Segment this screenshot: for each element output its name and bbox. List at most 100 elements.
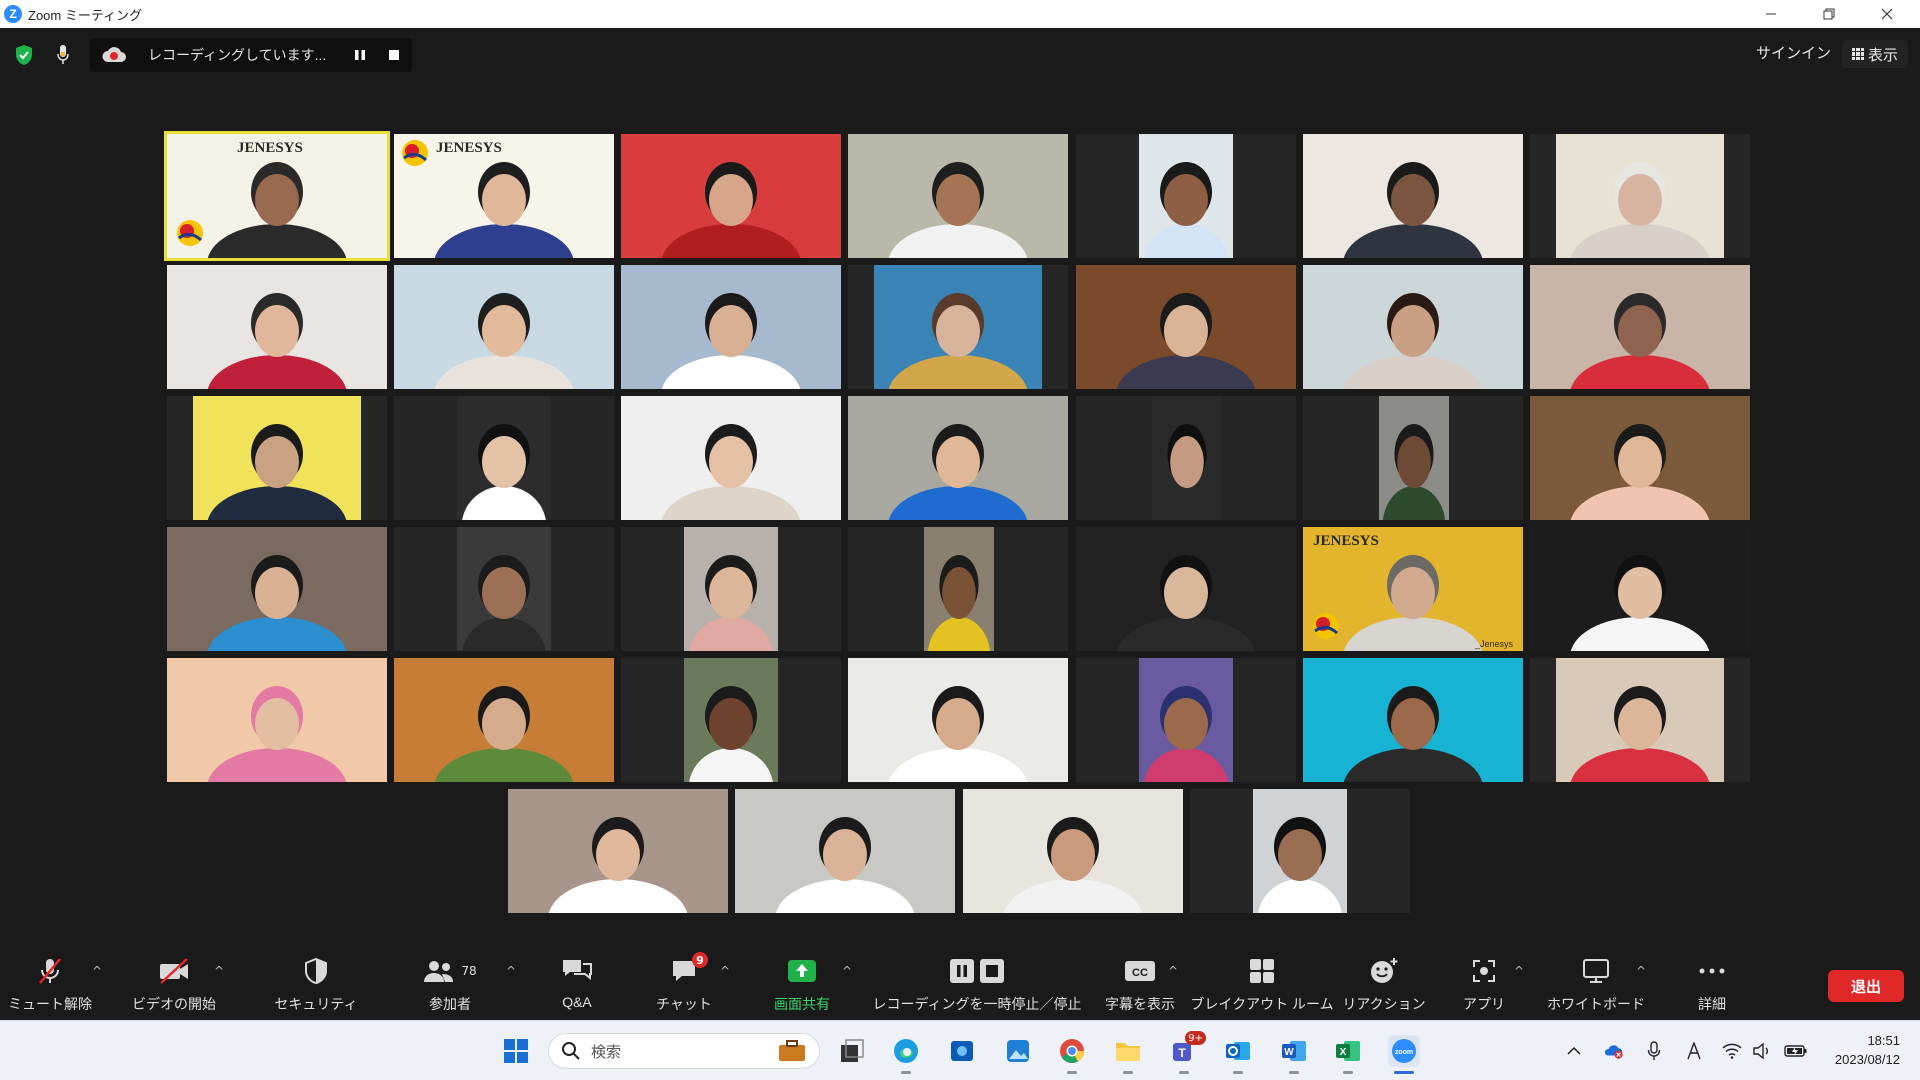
participant-video-tile[interactable] [848, 396, 1068, 520]
taskbar-search[interactable]: 検索 [548, 1033, 820, 1069]
participant-video-tile[interactable] [1530, 396, 1750, 520]
word-button[interactable]: W [1278, 1035, 1310, 1074]
svg-text:W: W [1284, 1047, 1294, 1058]
share-screen-button[interactable]: 画面共有 [766, 956, 838, 1016]
share-options-caret[interactable]: ^ [842, 964, 852, 978]
participant-video-tile[interactable] [1076, 658, 1296, 782]
participant-video-tile[interactable] [167, 658, 387, 782]
volume-tray[interactable] [1752, 1041, 1772, 1061]
close-button[interactable] [1858, 0, 1916, 28]
onedrive-error-icon [1604, 1045, 1623, 1059]
minimize-button[interactable] [1742, 0, 1800, 28]
chrome-button[interactable] [1056, 1035, 1088, 1074]
participant-video-tile[interactable] [848, 265, 1068, 389]
encryption-shield-icon[interactable] [14, 44, 34, 66]
participant-video-tile[interactable] [848, 134, 1068, 258]
apps-button[interactable]: アプリ [1463, 956, 1505, 1016]
chat-options-caret[interactable]: ^ [720, 964, 730, 978]
participant-video-tile[interactable] [1530, 658, 1750, 782]
battery-charging-icon [1784, 1045, 1807, 1057]
photos-button[interactable] [1002, 1035, 1034, 1067]
taskbar-clock[interactable]: 18:51 2023/08/12 [1820, 1031, 1900, 1069]
stop-recording-button[interactable] [386, 47, 402, 63]
participant-video-tile[interactable] [167, 396, 387, 520]
participant-video-tile[interactable] [167, 265, 387, 389]
zoom-taskbar-button[interactable]: zoom [1388, 1035, 1420, 1074]
qa-button[interactable]: Q&A [552, 956, 602, 1016]
chat-button[interactable]: 9 チャット [656, 952, 712, 1016]
apps-options-caret[interactable]: ^ [1514, 964, 1524, 978]
participant-video-tile[interactable] [1303, 265, 1523, 389]
participant-video-tile[interactable] [1076, 134, 1296, 258]
participant-video-tile[interactable] [621, 527, 841, 651]
participant-video-tile[interactable] [1076, 265, 1296, 389]
participant-video-tile[interactable] [848, 658, 1068, 782]
tray-overflow-button[interactable] [1564, 1041, 1584, 1061]
participant-video-tile[interactable] [621, 658, 841, 782]
participant-video-tile[interactable] [167, 527, 387, 651]
participant-video-tile[interactable] [1076, 527, 1296, 651]
recording-control-button[interactable]: レコーディングを一時停止／停止 [872, 956, 1082, 1016]
participant-video [684, 527, 778, 651]
restore-button[interactable] [1800, 0, 1858, 28]
participant-video [1152, 396, 1222, 520]
zoom-logo-icon: Z [4, 5, 22, 23]
outlook-button[interactable] [1222, 1035, 1254, 1074]
participant-video-tile[interactable] [735, 789, 955, 913]
mic-tray[interactable] [1644, 1041, 1664, 1061]
participant-video-tile[interactable] [394, 265, 614, 389]
file-explorer-button[interactable] [1112, 1035, 1144, 1074]
participant-video-tile[interactable] [1303, 396, 1523, 520]
participant-video-tile[interactable] [1530, 527, 1750, 651]
participant-video-tile[interactable] [508, 789, 728, 913]
edge-button[interactable] [890, 1035, 922, 1074]
participant-video-tile[interactable] [848, 527, 1068, 651]
participant-video-tile[interactable] [621, 265, 841, 389]
unmute-button[interactable]: ミュート解除 [8, 956, 92, 1016]
teams-button[interactable]: T 9+ [1168, 1031, 1206, 1074]
participant-video-tile[interactable] [1303, 658, 1523, 782]
snipping-tool-button[interactable] [946, 1035, 978, 1067]
wifi-tray[interactable] [1722, 1041, 1742, 1061]
taskview-button[interactable] [836, 1035, 868, 1067]
start-button[interactable] [500, 1035, 532, 1067]
audio-options-caret[interactable]: ^ [92, 964, 102, 978]
participant-video-tile[interactable]: JENESYS _Jenesys [1303, 527, 1523, 651]
participants-options-caret[interactable]: ^ [506, 964, 516, 978]
participant-video-tile[interactable] [1303, 134, 1523, 258]
pause-recording-button[interactable] [352, 47, 368, 63]
captions-options-caret[interactable]: ^ [1168, 964, 1178, 978]
participant-video-tile[interactable] [394, 527, 614, 651]
participant-video-tile[interactable] [1190, 789, 1410, 913]
audio-status-icon[interactable] [56, 44, 70, 66]
start-video-button[interactable]: ビデオの開始 [132, 956, 216, 1016]
reactions-button[interactable]: リアクション [1342, 956, 1426, 1016]
view-button[interactable]: 表示 [1842, 40, 1909, 68]
participants-button[interactable]: 78 参加者 [420, 956, 480, 1016]
onedrive-tray[interactable] [1604, 1041, 1624, 1061]
participant-video-tile[interactable] [621, 134, 841, 258]
participant-video-tile[interactable] [1076, 396, 1296, 520]
participant-video-tile[interactable]: JENESYS [164, 131, 390, 261]
participant-video-tile[interactable] [963, 789, 1183, 913]
breakout-rooms-button[interactable]: ブレイクアウト ルーム [1190, 956, 1334, 1016]
whiteboard-options-caret[interactable]: ^ [1636, 964, 1646, 978]
participant-video [1303, 134, 1523, 258]
participant-video-tile[interactable] [1530, 134, 1750, 258]
video-options-caret[interactable]: ^ [214, 964, 224, 978]
participant-video-tile[interactable] [394, 396, 614, 520]
clock-date: 2023/08/12 [1834, 1052, 1900, 1067]
participant-video-tile[interactable] [394, 658, 614, 782]
whiteboard-button[interactable]: ホワイトボード [1547, 956, 1645, 1016]
battery-tray[interactable] [1784, 1041, 1808, 1061]
more-button[interactable]: 詳細 [1694, 956, 1730, 1016]
participant-video-tile[interactable]: JENESYS [394, 134, 614, 258]
leave-button[interactable]: 退出 [1828, 970, 1904, 1002]
participant-video-tile[interactable] [1530, 265, 1750, 389]
security-button[interactable]: セキュリティ [274, 956, 358, 1016]
excel-button[interactable]: X [1332, 1035, 1364, 1074]
signin-link[interactable]: サインイン [1756, 42, 1831, 63]
participant-video [1556, 134, 1724, 258]
participant-video-tile[interactable] [621, 396, 841, 520]
ime-tray[interactable] [1684, 1041, 1704, 1061]
